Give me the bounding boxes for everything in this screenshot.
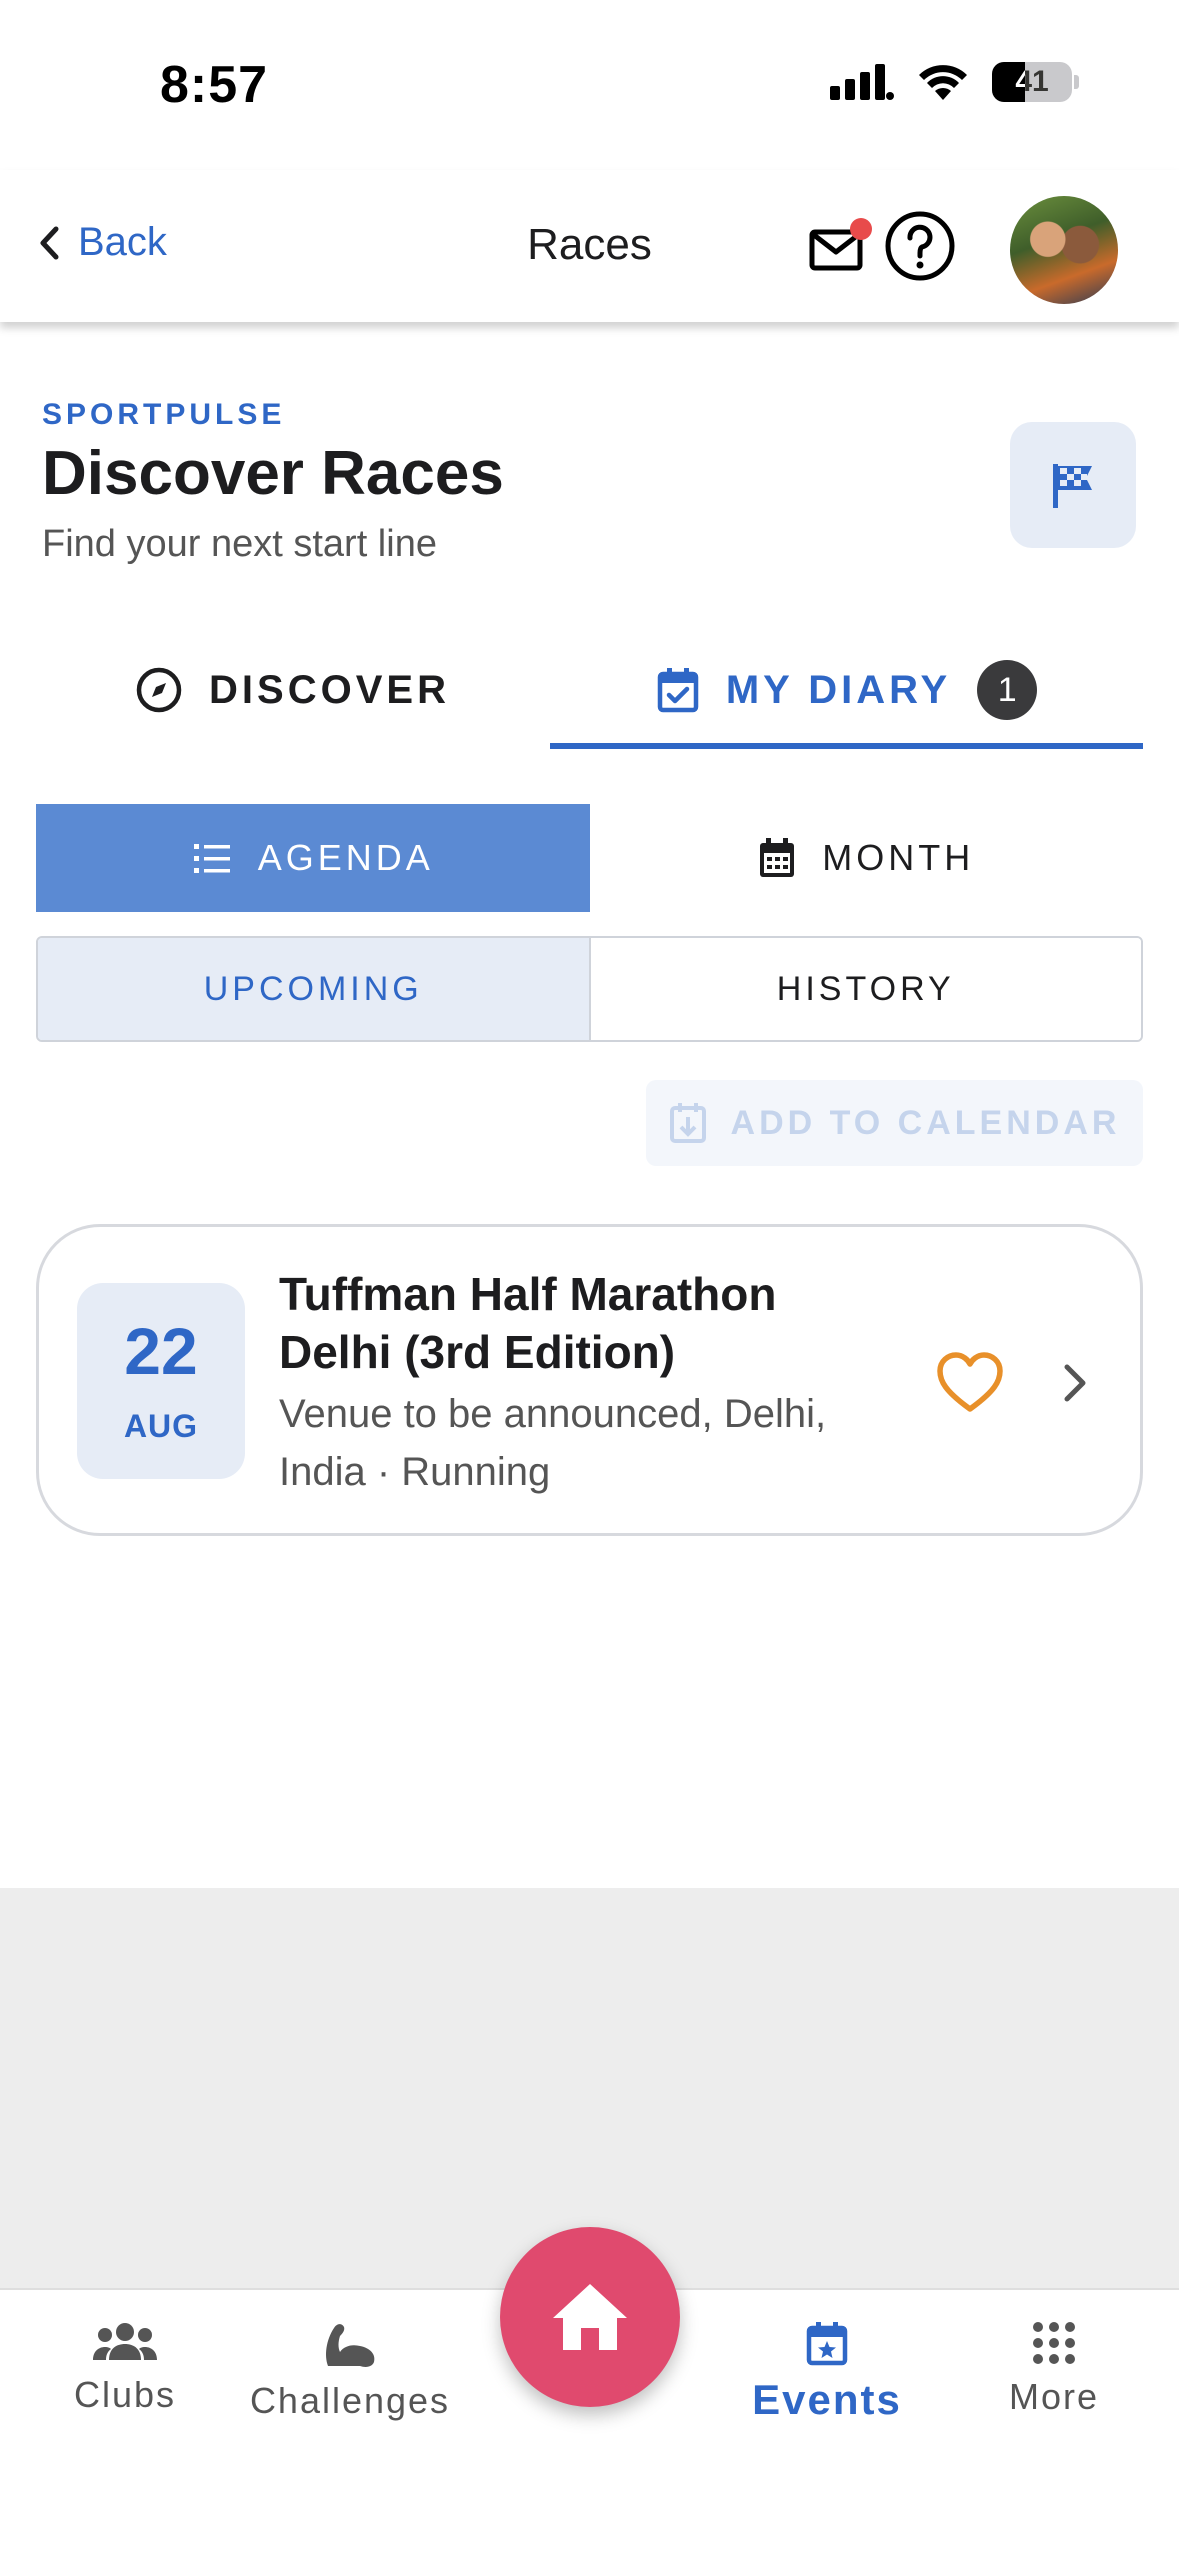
nav-more-label: More — [1008, 2376, 1100, 2417]
calendar-check-icon — [657, 668, 699, 713]
view-toggle: AGENDA MONTH — [36, 804, 1143, 912]
brand-label: SPORTPULSE — [42, 398, 286, 431]
event-date: 22 AUG — [77, 1283, 245, 1479]
list-icon — [193, 844, 230, 873]
tab-discover[interactable]: DISCOVER — [0, 630, 585, 750]
event-card[interactable]: 22 AUG Tuffman Half Marathon Delhi (3rd … — [36, 1224, 1143, 1536]
month-label: MONTH — [822, 837, 975, 878]
active-tab-indicator — [550, 743, 1143, 749]
flexed-arm-icon — [326, 2324, 375, 2367]
time-filter: UPCOMING HISTORY — [36, 936, 1143, 1042]
calendar-icon — [760, 838, 795, 877]
nav-more[interactable]: More — [944, 2320, 1164, 2418]
calendar-star-icon — [806, 2322, 848, 2366]
add-to-calendar-button[interactable]: ADD TO CALENDAR — [646, 1080, 1143, 1166]
app-header: Back Races — [0, 170, 1179, 322]
status-icons: 41 — [830, 62, 1079, 102]
calendar-download-icon — [669, 1103, 706, 1143]
month-view-button[interactable]: MONTH — [589, 804, 1143, 912]
battery-indicator: 41 — [992, 62, 1072, 102]
battery-percent: 41 — [1015, 65, 1049, 98]
upcoming-filter-button[interactable]: UPCOMING — [38, 938, 591, 1040]
nav-challenges[interactable]: Challenges — [240, 2320, 460, 2422]
profile-avatar[interactable] — [1010, 196, 1118, 304]
agenda-label: AGENDA — [257, 837, 434, 878]
people-icon — [93, 2323, 157, 2360]
header-title: Races — [527, 220, 652, 269]
page-title: Discover Races — [42, 439, 504, 508]
heart-icon[interactable] — [935, 1351, 1005, 1415]
wifi-icon — [919, 65, 967, 100]
nav-clubs-label: Clubs — [73, 2374, 177, 2415]
checkered-flag-icon — [1053, 464, 1092, 508]
home-icon — [553, 2284, 627, 2350]
history-filter-button[interactable]: HISTORY — [590, 938, 1141, 1040]
diary-count-badge: 1 — [977, 660, 1038, 720]
compass-icon — [136, 667, 182, 713]
agenda-view-button[interactable]: AGENDA — [36, 804, 590, 912]
grid-icon — [1033, 2322, 1075, 2364]
notification-dot — [850, 218, 872, 240]
cellular-signal-icon — [830, 64, 894, 100]
race-flag-button[interactable] — [1010, 422, 1136, 548]
home-button[interactable] — [500, 2227, 680, 2407]
battery-tip — [1074, 75, 1079, 89]
help-icon[interactable] — [884, 210, 956, 282]
event-subtitle: Venue to be announced, Delhi, India · Ru… — [279, 1392, 827, 1494]
chevron-right-icon[interactable] — [1055, 1361, 1095, 1405]
tab-my-diary-label: MY DIARY — [725, 667, 952, 712]
nav-events[interactable]: Events — [717, 2320, 937, 2424]
tab-discover-label: DISCOVER — [209, 667, 450, 712]
tab-my-diary[interactable]: MY DIARY 1 — [550, 630, 1143, 750]
page-subtitle: Find your next start line — [42, 523, 437, 565]
event-day: 22 — [124, 1313, 198, 1388]
nav-clubs[interactable]: Clubs — [15, 2320, 235, 2416]
nav-events-label: Events — [752, 2376, 902, 2423]
inbox-button[interactable] — [808, 218, 872, 278]
status-time: 8:57 — [160, 56, 269, 114]
nav-challenges-label: Challenges — [249, 2380, 451, 2421]
event-title: Tuffman Half Marathon Delhi (3rd Edition… — [279, 1268, 777, 1378]
add-to-calendar-label: ADD TO CALENDAR — [730, 1103, 1121, 1142]
status-bar: 8:57 41 — [0, 0, 1179, 170]
event-month: AUG — [123, 1407, 199, 1444]
